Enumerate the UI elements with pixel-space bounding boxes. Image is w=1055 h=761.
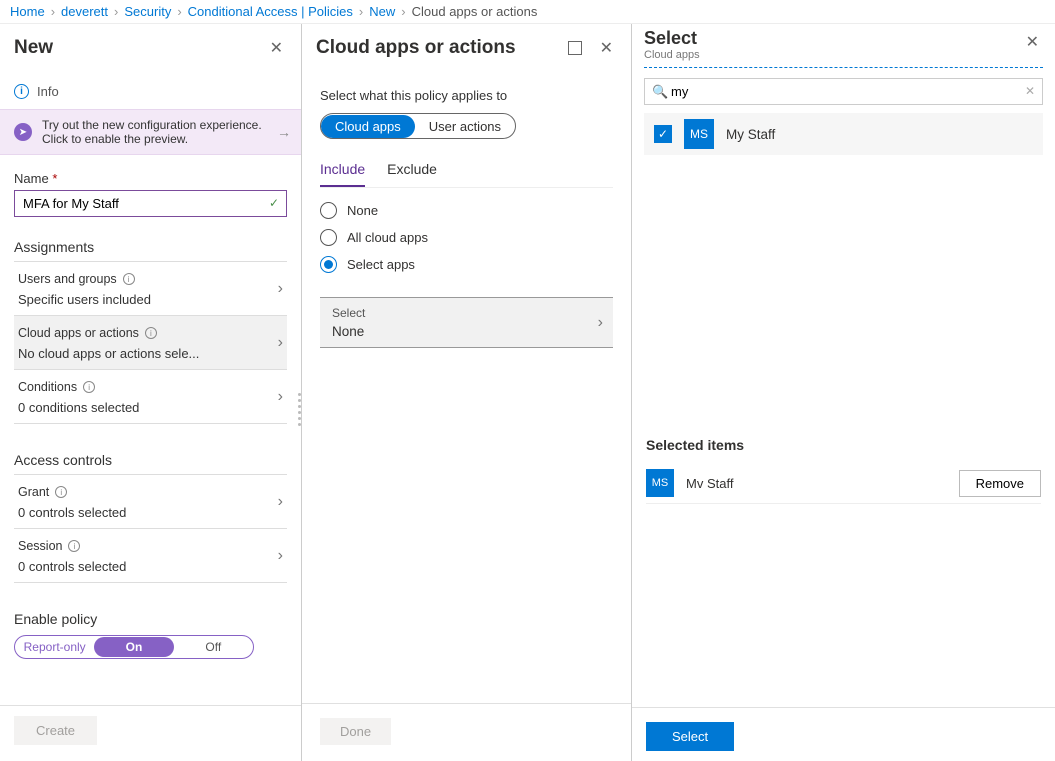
- chevron-icon: ›: [51, 4, 55, 19]
- info-icon: i: [83, 381, 95, 393]
- search-result-my-staff[interactable]: ✓ MS My Staff: [644, 113, 1043, 155]
- info-bar[interactable]: i Info: [0, 76, 301, 109]
- search-input[interactable]: [644, 78, 1043, 105]
- panel-select-title: Select: [644, 28, 1022, 49]
- resize-handle[interactable]: [298, 393, 304, 427]
- toggle-off[interactable]: Off: [174, 640, 253, 654]
- crumb-new[interactable]: New: [369, 4, 395, 19]
- toggle-on[interactable]: On: [94, 637, 173, 657]
- chevron-right-icon: ›: [278, 280, 283, 298]
- check-icon: ✓: [269, 196, 279, 210]
- info-icon: i: [145, 327, 157, 339]
- row-session[interactable]: Sessioni 0 controls selected ›: [14, 529, 287, 583]
- name-label: Name *: [14, 171, 287, 186]
- pill-cloud-apps[interactable]: Cloud apps: [321, 115, 415, 138]
- row-conditions[interactable]: Conditionsi 0 conditions selected ›: [14, 370, 287, 424]
- info-icon: i: [55, 486, 67, 498]
- radio-all-cloud-apps[interactable]: All cloud apps: [320, 229, 613, 246]
- crumb-current: Cloud apps or actions: [412, 4, 538, 19]
- access-controls-header: Access controls: [14, 452, 287, 475]
- panel-cloud-apps: Cloud apps or actions ✕ Select what this…: [302, 24, 632, 761]
- select-apps-picker[interactable]: Select None ›: [320, 297, 613, 348]
- row-users-and-groups[interactable]: Users and groupsi Specific users include…: [14, 262, 287, 316]
- applies-to-pills: Cloud apps User actions: [320, 113, 516, 139]
- chevron-right-icon: ›: [278, 493, 283, 511]
- arrow-right-icon: →: [277, 124, 291, 140]
- chevron-right-icon: ›: [278, 388, 283, 406]
- close-icon[interactable]: ✕: [596, 34, 617, 62]
- restore-window-icon[interactable]: [568, 41, 582, 55]
- enable-policy-label: Enable policy: [14, 611, 287, 627]
- selected-item-name: Mv Staff: [686, 476, 947, 491]
- crumb-home[interactable]: Home: [10, 4, 45, 19]
- create-button[interactable]: Create: [14, 716, 97, 745]
- preview-banner[interactable]: ➤ Try out the new configuration experien…: [0, 109, 301, 155]
- chevron-right-icon: ›: [598, 314, 603, 332]
- row-cloud-apps[interactable]: Cloud apps or actionsi No cloud apps or …: [14, 316, 287, 370]
- panel-select-subtitle: Cloud apps: [644, 49, 1022, 61]
- panel-cloud-apps-title: Cloud apps or actions: [316, 37, 568, 59]
- info-icon: i: [14, 84, 29, 99]
- crumb-deverett[interactable]: deverett: [61, 4, 108, 19]
- chevron-right-icon: ›: [278, 334, 283, 352]
- divider: [644, 67, 1043, 68]
- chevron-icon: ›: [177, 4, 181, 19]
- include-exclude-tabs: Include Exclude: [320, 161, 613, 188]
- toggle-report-only[interactable]: Report-only: [15, 640, 94, 654]
- selected-items-header: Selected items: [646, 437, 1041, 453]
- chevron-icon: ›: [401, 4, 405, 19]
- chevron-icon: ›: [359, 4, 363, 19]
- row-grant[interactable]: Granti 0 controls selected ›: [14, 475, 287, 529]
- close-icon[interactable]: ✕: [266, 34, 287, 62]
- panel-select: Select Cloud apps ✕ 🔍 ✕ ✓ MS My Staff Se…: [632, 24, 1055, 761]
- info-icon: i: [123, 273, 135, 285]
- radio-select-apps[interactable]: Select apps: [320, 256, 613, 273]
- select-button[interactable]: Select: [646, 722, 734, 751]
- search-icon: 🔍: [652, 84, 668, 100]
- panel-new: New ✕ i Info ➤ Try out the new configura…: [0, 24, 302, 761]
- clear-icon[interactable]: ✕: [1025, 84, 1035, 98]
- select-value: None: [332, 324, 601, 339]
- done-button[interactable]: Done: [320, 718, 391, 745]
- radio-none[interactable]: None: [320, 202, 613, 219]
- tab-exclude[interactable]: Exclude: [387, 161, 437, 187]
- pill-user-actions[interactable]: User actions: [415, 115, 515, 138]
- info-icon: i: [68, 540, 80, 552]
- rocket-icon: ➤: [14, 123, 32, 141]
- tab-include[interactable]: Include: [320, 161, 365, 187]
- policy-name-input[interactable]: [14, 190, 287, 217]
- info-label: Info: [37, 84, 59, 99]
- chevron-right-icon: ›: [278, 547, 283, 565]
- crumb-conditional-access[interactable]: Conditional Access | Policies: [188, 4, 353, 19]
- result-name: My Staff: [726, 127, 775, 142]
- crumb-security[interactable]: Security: [124, 4, 171, 19]
- app-icon: MS: [646, 469, 674, 497]
- preview-text: Try out the new configuration experience…: [42, 118, 267, 146]
- app-icon: MS: [684, 119, 714, 149]
- select-label: Select: [332, 306, 601, 320]
- assignments-header: Assignments: [14, 239, 287, 262]
- checkbox-checked[interactable]: ✓: [654, 125, 672, 143]
- chevron-icon: ›: [114, 4, 118, 19]
- remove-button[interactable]: Remove: [959, 470, 1041, 497]
- close-icon[interactable]: ✕: [1022, 28, 1043, 56]
- applies-to-label: Select what this policy applies to: [320, 88, 613, 103]
- selected-item-my-staff: MS Mv Staff Remove: [646, 463, 1041, 504]
- panel-new-title: New: [14, 37, 53, 59]
- enable-policy-toggle[interactable]: Report-only On Off: [14, 635, 254, 659]
- breadcrumb: Home › deverett › Security › Conditional Ac…: [0, 0, 1055, 24]
